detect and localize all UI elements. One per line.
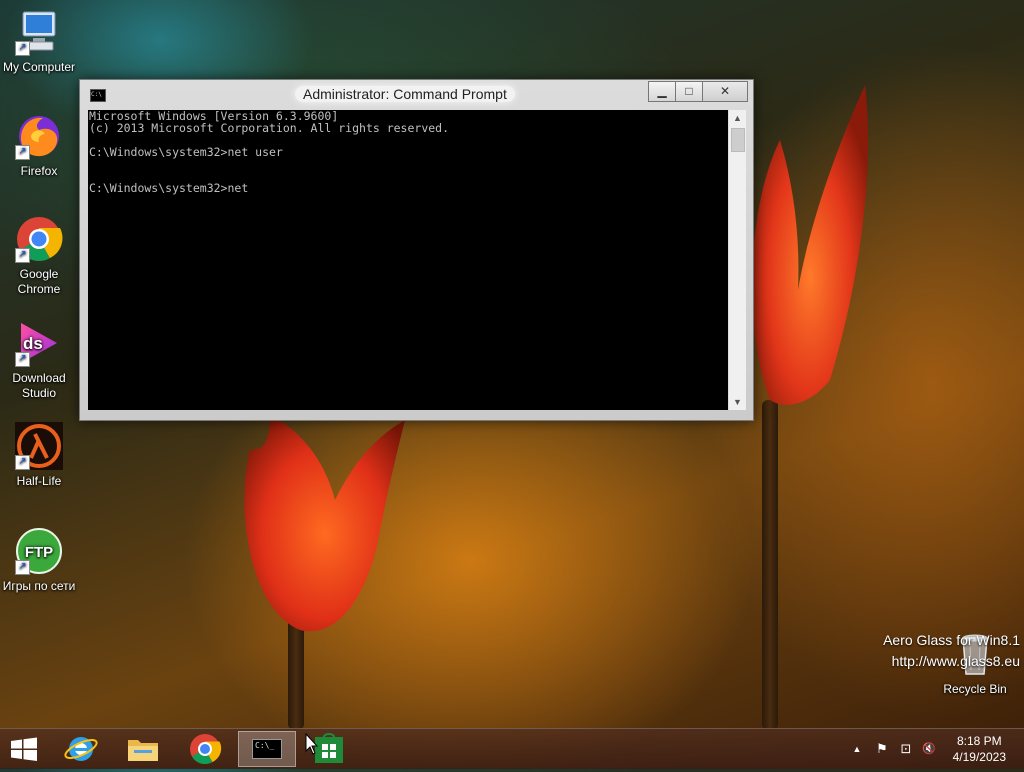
- shortcut-arrow-icon: ↗: [15, 41, 30, 56]
- desktop-icon-label: Firefox: [20, 164, 58, 178]
- console-output[interactable]: Microsoft Windows [Version 6.3.9600] (c)…: [88, 110, 728, 410]
- minimize-button[interactable]: ▁: [648, 81, 676, 102]
- aero-glass-watermark: Aero Glass for Win8.1 http://www.glass8.…: [883, 630, 1020, 672]
- ds-badge-text: ds: [23, 334, 43, 353]
- shortcut-arrow-icon: ↗: [15, 352, 30, 367]
- scroll-up-icon[interactable]: ▲: [729, 110, 746, 126]
- shortcut-arrow-icon: ↗: [15, 248, 30, 263]
- desktop-icon-label: Recycle Bin: [943, 682, 1007, 696]
- desktop-icon-label: Google Chrome: [17, 267, 61, 296]
- cmd-icon: C:\: [90, 89, 106, 102]
- console-line: (c) 2013 Microsoft Corporation. All righ…: [89, 121, 450, 135]
- command-prompt-window[interactable]: C:\ Administrator: Command Prompt ▁ □ ✕ …: [79, 79, 754, 421]
- desktop-icon-half-life[interactable]: ↗ Half-Life: [0, 422, 79, 489]
- desktop-icon-google-chrome[interactable]: ↗ Google Chrome: [0, 215, 79, 297]
- taskbar-internet-explorer[interactable]: [52, 731, 110, 767]
- download-studio-icon: ds ↗: [15, 319, 63, 367]
- volume-muted-icon[interactable]: 🔇: [921, 741, 937, 757]
- desktop-icon-label: Half-Life: [16, 474, 62, 488]
- desktop-icon-firefox[interactable]: ↗ Firefox: [0, 112, 79, 179]
- wallpaper-tulip-right: [751, 85, 869, 405]
- clock-date: 4/19/2023: [952, 750, 1006, 764]
- desktop-icon-label: Игры по сети: [2, 579, 76, 593]
- console-line: C:\Windows\system32>net: [89, 181, 249, 195]
- scroll-down-icon[interactable]: ▼: [729, 394, 746, 410]
- computer-icon: ↗: [15, 8, 63, 56]
- folder-icon: [128, 740, 158, 761]
- close-icon: ✕: [719, 84, 731, 98]
- network-icon[interactable]: ⊡: [898, 741, 914, 757]
- internet-explorer-icon: [64, 737, 98, 761]
- firefox-icon: ↗: [15, 112, 63, 160]
- ftp-icon: FTP ↗: [15, 527, 63, 575]
- shortcut-arrow-icon: ↗: [15, 145, 30, 160]
- shortcut-arrow-icon: ↗: [15, 455, 30, 470]
- taskbar-google-chrome[interactable]: [176, 731, 234, 767]
- wallpaper-tulip-left: [244, 415, 405, 632]
- desktop-icon-my-computer[interactable]: ↗ My Computer: [0, 8, 79, 75]
- taskbar-file-explorer[interactable]: [114, 731, 172, 767]
- taskbar-command-prompt[interactable]: C:\_: [238, 731, 296, 767]
- maximize-icon: □: [685, 84, 693, 98]
- window-title: Administrator: Command Prompt: [295, 86, 515, 102]
- show-hidden-icons-icon[interactable]: ▲: [849, 741, 865, 757]
- minimize-icon: ▁: [657, 84, 667, 98]
- wallpaper-stem-right: [762, 400, 778, 730]
- shortcut-arrow-icon: ↗: [15, 560, 30, 575]
- scrollbar-thumb[interactable]: [731, 128, 745, 152]
- console-line: C:\Windows\system32>net user: [89, 145, 283, 159]
- cmd-icon: C:\_: [252, 739, 282, 759]
- ftp-badge-text: FTP: [25, 544, 53, 561]
- chrome-icon: [190, 734, 222, 765]
- watermark-line-2: http://www.glass8.eu: [891, 653, 1020, 669]
- window-titlebar[interactable]: C:\ Administrator: Command Prompt ▁ □ ✕: [80, 80, 753, 109]
- maximize-button[interactable]: □: [675, 81, 703, 102]
- taskbar: C:\_ ▲ ⚑ ⊡ 🔇 8:18 PM 4/19/2023: [0, 728, 1024, 769]
- half-life-icon: ↗: [15, 422, 63, 470]
- vertical-scrollbar[interactable]: ▲ ▼: [728, 110, 746, 410]
- action-center-flag-icon[interactable]: ⚑: [874, 741, 890, 757]
- desktop-icon-label: Download Studio: [12, 371, 66, 400]
- mouse-cursor-icon: [305, 733, 319, 755]
- taskbar-clock[interactable]: 8:18 PM 4/19/2023: [953, 733, 1006, 765]
- desktop-icon-network-games[interactable]: FTP ↗ Игры по сети: [0, 527, 79, 594]
- desktop-icon-label: My Computer: [2, 60, 76, 74]
- clock-time: 8:18 PM: [956, 734, 1002, 748]
- start-button[interactable]: [0, 731, 48, 767]
- close-button[interactable]: ✕: [702, 81, 748, 102]
- desktop-icon-download-studio[interactable]: ds ↗ Download Studio: [0, 319, 79, 401]
- watermark-line-1: Aero Glass for Win8.1: [883, 632, 1020, 648]
- windows-logo-icon: [11, 737, 37, 761]
- chrome-icon: ↗: [15, 215, 63, 263]
